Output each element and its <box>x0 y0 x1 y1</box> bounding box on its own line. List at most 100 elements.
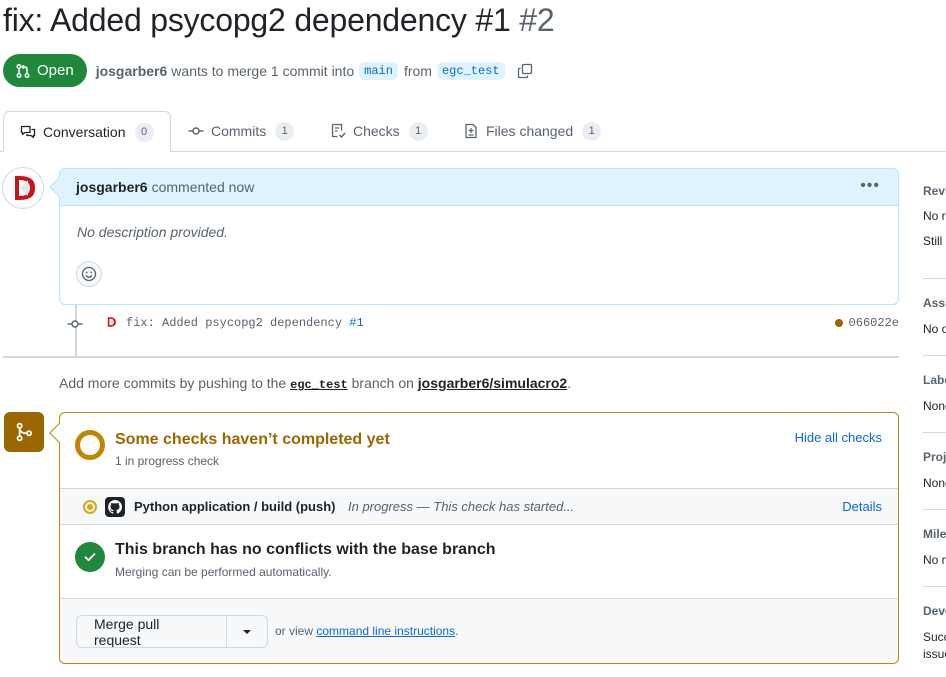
period: . <box>455 624 459 638</box>
state-badge: Open <box>3 54 87 87</box>
sidebar-reviewers: Reviewers No reviews Still in progress? <box>923 184 946 248</box>
state-label: Open <box>37 62 74 79</box>
sidebar-divider <box>923 432 946 433</box>
pr-tabs: Conversation 0 Commits 1 Checks 1 Files … <box>0 110 946 153</box>
check-status-text: In progress — This check has started... <box>348 499 575 514</box>
comment-header: josgarber6 commented now ••• <box>60 169 898 206</box>
tab-counter: 0 <box>134 122 154 142</box>
sidebar-divider <box>923 509 946 510</box>
check-row: Python application / build (push) In pro… <box>60 488 898 525</box>
tab-label: Commits <box>211 123 267 139</box>
github-logo-icon <box>105 497 125 517</box>
avatar[interactable] <box>2 167 44 209</box>
checklist-icon <box>331 123 346 139</box>
pr-author-link[interactable]: josgarber6 <box>96 63 168 79</box>
base-branch[interactable]: main <box>359 61 398 80</box>
kebab-menu-icon[interactable]: ••• <box>860 177 880 195</box>
git-commit-icon <box>67 320 83 328</box>
tab-commits[interactable]: Commits 1 <box>188 110 295 152</box>
tab-counter: 1 <box>408 121 428 141</box>
sidebar-milestone-heading[interactable]: Milestone <box>923 527 946 541</box>
tab-counter: 1 <box>275 121 295 141</box>
pending-ring-icon <box>75 430 105 460</box>
tab-label: Checks <box>353 123 400 139</box>
commit-author-avatar[interactable] <box>103 314 119 330</box>
git-merge-icon <box>4 412 44 452</box>
from-text: from <box>403 62 432 79</box>
or-view-text: or view <box>275 624 314 638</box>
checks-title: Some checks haven’t completed yet <box>115 431 390 448</box>
tab-counter: 1 <box>582 121 602 141</box>
pull-request-icon <box>16 63 30 78</box>
tab-label: Files changed <box>486 123 574 139</box>
commit-ref-link[interactable]: #1 <box>349 316 363 330</box>
push-hint: Add more commits by pushing to the egc_t… <box>59 375 571 392</box>
merge-method-dropdown[interactable] <box>227 616 267 647</box>
merge-text: wants to merge 1 commit into <box>171 62 355 79</box>
sidebar-reviewers-line-2: Still in progress? <box>923 234 946 248</box>
conflicts-subtitle: Merging can be performed automatically. <box>115 565 332 579</box>
sidebar-divider <box>923 278 946 279</box>
merge-button-group: Merge pull request <box>76 615 268 648</box>
commit-sha-group: 066022e <box>834 316 899 330</box>
pr-number: #2 <box>519 2 555 38</box>
sidebar-divider <box>923 586 946 587</box>
sidebar-development-line-1: Successfully merging this pull request m… <box>923 630 946 644</box>
sidebar-labels-heading[interactable]: Labels <box>923 373 946 387</box>
pr-meta: Open josgarber6 wants to merge 1 commit … <box>3 54 533 87</box>
merge-footer: Merge pull request or view command line … <box>60 599 898 663</box>
comment-box: josgarber6 commented now ••• No descript… <box>49 168 899 305</box>
tab-conversation[interactable]: Conversation 0 <box>3 111 171 153</box>
hide-all-checks-link[interactable]: Hide all checks <box>795 430 882 445</box>
sidebar-milestone-text: No milestone <box>923 553 946 567</box>
triangle-down-icon <box>243 629 251 634</box>
sidebar-reviewers-line-1: No reviews <box>923 209 946 223</box>
comment-author-link[interactable]: josgarber6 <box>76 179 148 195</box>
push-hint-prefix: Add more commits by pushing to the <box>59 375 287 391</box>
file-diff-icon <box>465 123 477 139</box>
check-details-link[interactable]: Details <box>842 499 882 514</box>
sidebar-assignees: Assignees No one assigned <box>923 296 946 336</box>
command-line-instructions-link[interactable]: command line instructions <box>316 624 455 638</box>
tab-checks[interactable]: Checks 1 <box>330 110 428 152</box>
comment-action: commented now <box>151 179 255 195</box>
head-branch[interactable]: egc_test <box>436 61 505 80</box>
sidebar-development: Development Successfully merging this pu… <box>923 604 946 661</box>
merge-pull-request-button[interactable]: Merge pull request <box>77 616 227 647</box>
repo-link[interactable]: josgarber6/simulacro2 <box>418 375 567 391</box>
add-reaction-button[interactable] <box>76 261 102 287</box>
push-hint-branch[interactable]: egc_test <box>290 378 348 392</box>
sidebar-assignees-heading[interactable]: Assignees <box>923 296 946 310</box>
view-instructions: or view command line instructions. <box>275 624 458 638</box>
sidebar-labels: Labels None yet <box>923 373 946 413</box>
check-name: Python application / build (push) <box>134 499 336 514</box>
smiley-icon <box>81 266 97 282</box>
commit-message-text[interactable]: fix: Added psycopg2 dependency <box>126 316 342 330</box>
checks-summary: Some checks haven’t completed yet 1 in p… <box>60 413 898 488</box>
pr-title-text: fix: Added psycopg2 dependency #1 <box>3 2 511 38</box>
sidebar-development-heading[interactable]: Development <box>923 604 946 618</box>
check-circle-icon <box>75 542 105 572</box>
commit-sha-link[interactable]: 066022e <box>849 316 899 330</box>
sidebar-reviewers-heading[interactable]: Reviewers <box>923 184 946 198</box>
avatar-logo-icon <box>5 170 41 206</box>
pending-status-dot[interactable] <box>834 319 843 327</box>
sidebar-projects-text: None yet <box>923 476 946 490</box>
in-progress-icon <box>83 500 97 514</box>
git-commit-icon <box>188 127 204 135</box>
sidebar-labels-text: None yet <box>923 399 946 413</box>
sidebar-projects: Projects None yet <box>923 450 946 490</box>
pr-title: fix: Added psycopg2 dependency #1 #2 <box>3 2 555 39</box>
comment-body: No description provided. <box>77 224 228 240</box>
copy-icon[interactable] <box>517 63 533 79</box>
tab-files-changed[interactable]: Files changed 1 <box>463 110 602 152</box>
sidebar-projects-heading[interactable]: Projects <box>923 450 946 464</box>
sidebar-development-line-2: issues. <box>923 647 946 661</box>
conflicts-summary: This branch has no conflicts with the ba… <box>60 525 898 599</box>
comment-discussion-icon <box>20 125 36 139</box>
sidebar-assignees-text: No one assigned <box>923 322 946 336</box>
sidebar-divider <box>923 355 946 356</box>
push-hint-suffix: . <box>567 375 572 391</box>
commit-message[interactable]: fix: Added psycopg2 dependency #1 <box>126 316 364 330</box>
commit-row: fix: Added psycopg2 dependency #1 066022… <box>59 312 899 334</box>
